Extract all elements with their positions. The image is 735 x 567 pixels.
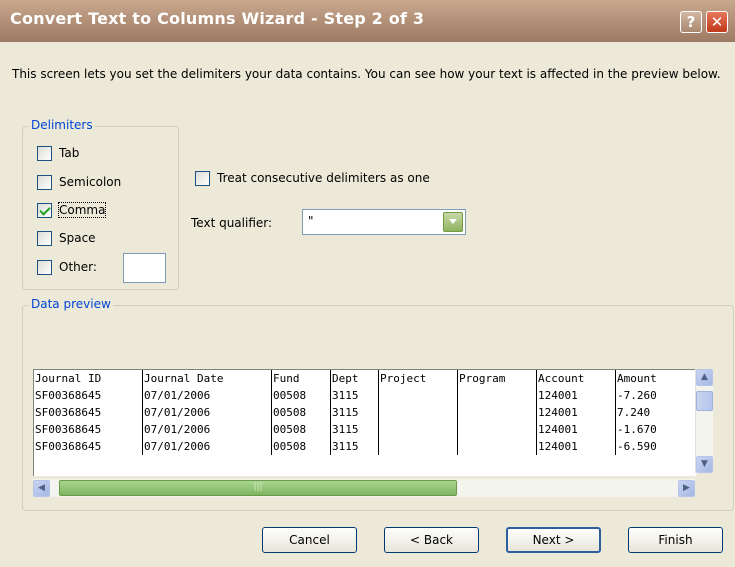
horizontal-scroll-thumb[interactable]: ||| (59, 480, 457, 496)
table-cell: -7.260 (615, 387, 686, 404)
space-checkbox-box[interactable] (37, 231, 52, 246)
table-row: SF00368645 07/01/2006 00508 3115 124001 … (34, 438, 686, 455)
table-cell: Project (378, 370, 458, 387)
intro-text: This screen lets you set the delimiters … (12, 67, 721, 81)
table-cell: -1.670 (615, 421, 686, 438)
cancel-button[interactable]: Cancel (262, 527, 357, 553)
table-cell: SF00368645 (35, 423, 102, 436)
table-cell: SF00368645 (35, 389, 102, 402)
table-cell: Journal ID (35, 372, 102, 385)
title-bar[interactable]: Convert Text to Columns Wizard - Step 2 … (0, 0, 735, 42)
tab-checkbox-box[interactable] (37, 146, 52, 161)
table-cell: 3115 (330, 387, 379, 404)
table-cell (457, 438, 537, 455)
data-preview-legend: Data preview (29, 297, 113, 311)
table-cell: Program (457, 370, 537, 387)
table-cell: Dept (330, 370, 379, 387)
other-checkbox-box[interactable] (37, 260, 52, 275)
consecutive-label: Treat consecutive delimiters as one (217, 171, 430, 185)
scroll-right-icon[interactable]: ▶ (678, 480, 695, 497)
table-row: SF00368645 07/01/2006 00508 3115 124001 … (34, 404, 686, 421)
data-preview-grid[interactable]: Journal ID Journal Date Fund Dept Projec… (33, 369, 696, 476)
scroll-left-icon[interactable]: ◀ (33, 480, 50, 497)
table-cell: 3115 (330, 438, 379, 455)
table-cell: 07/01/2006 (142, 421, 272, 438)
scroll-down-icon[interactable]: ▼ (696, 456, 713, 473)
next-button[interactable]: Next > (506, 527, 601, 553)
close-button[interactable]: ✕ (706, 11, 728, 33)
table-cell: 00508 (271, 404, 331, 421)
text-qualifier-select[interactable]: " (302, 209, 466, 235)
table-cell: 3115 (330, 421, 379, 438)
table-cell: Account (536, 370, 616, 387)
table-row: Journal ID Journal Date Fund Dept Projec… (34, 370, 686, 387)
comma-checkbox-box[interactable] (37, 203, 52, 218)
window-title: Convert Text to Columns Wizard - Step 2 … (10, 9, 425, 28)
table-cell (378, 421, 458, 438)
table-cell: 124001 (536, 387, 616, 404)
table-cell (378, 438, 458, 455)
other-delimiter-input[interactable] (123, 253, 166, 283)
chevron-down-icon[interactable] (443, 212, 463, 232)
tab-label: Tab (59, 146, 80, 160)
other-label: Other: (59, 260, 97, 274)
table-cell: Fund (271, 370, 331, 387)
table-cell: 00508 (271, 421, 331, 438)
scroll-up-icon[interactable]: ▲ (696, 369, 713, 386)
table-cell: Journal Date (142, 370, 272, 387)
table-cell: 7.240 (615, 404, 686, 421)
table-cell (457, 387, 537, 404)
table-cell: 124001 (536, 421, 616, 438)
table-cell: 3115 (330, 404, 379, 421)
table-cell (457, 404, 537, 421)
table-cell: 07/01/2006 (142, 387, 272, 404)
table-cell: 07/01/2006 (142, 438, 272, 455)
consecutive-checkbox-box[interactable] (195, 171, 210, 186)
table-row: SF00368645 07/01/2006 00508 3115 124001 … (34, 421, 686, 438)
text-qualifier-value: " (308, 214, 314, 228)
table-cell (457, 421, 537, 438)
delimiters-legend: Delimiters (29, 118, 95, 132)
space-label: Space (59, 231, 96, 245)
table-cell: -6.590 (615, 438, 686, 455)
finish-button[interactable]: Finish (628, 527, 723, 553)
back-button[interactable]: < Back (384, 527, 479, 553)
table-cell: 00508 (271, 387, 331, 404)
table-cell: 124001 (536, 404, 616, 421)
table-cell: SF00368645 (35, 406, 102, 419)
table-cell: 124001 (536, 438, 616, 455)
table-cell: Amount (615, 370, 686, 387)
vertical-scrollbar[interactable]: ▲ ▼ (695, 369, 713, 473)
semicolon-checkbox-box[interactable] (37, 175, 52, 190)
vertical-scroll-thumb[interactable] (696, 391, 713, 411)
table-cell: 07/01/2006 (142, 404, 272, 421)
comma-label: Comma (57, 202, 107, 218)
table-cell (378, 404, 458, 421)
help-button[interactable]: ? (680, 11, 702, 33)
horizontal-scrollbar[interactable]: ◀ ||| ▶ (33, 479, 695, 497)
table-row: SF00368645 07/01/2006 00508 3115 124001 … (34, 387, 686, 404)
text-qualifier-label: Text qualifier: (191, 216, 273, 230)
table-cell (378, 387, 458, 404)
table-cell: 00508 (271, 438, 331, 455)
table-cell: SF00368645 (35, 440, 102, 453)
semicolon-label: Semicolon (59, 175, 122, 189)
